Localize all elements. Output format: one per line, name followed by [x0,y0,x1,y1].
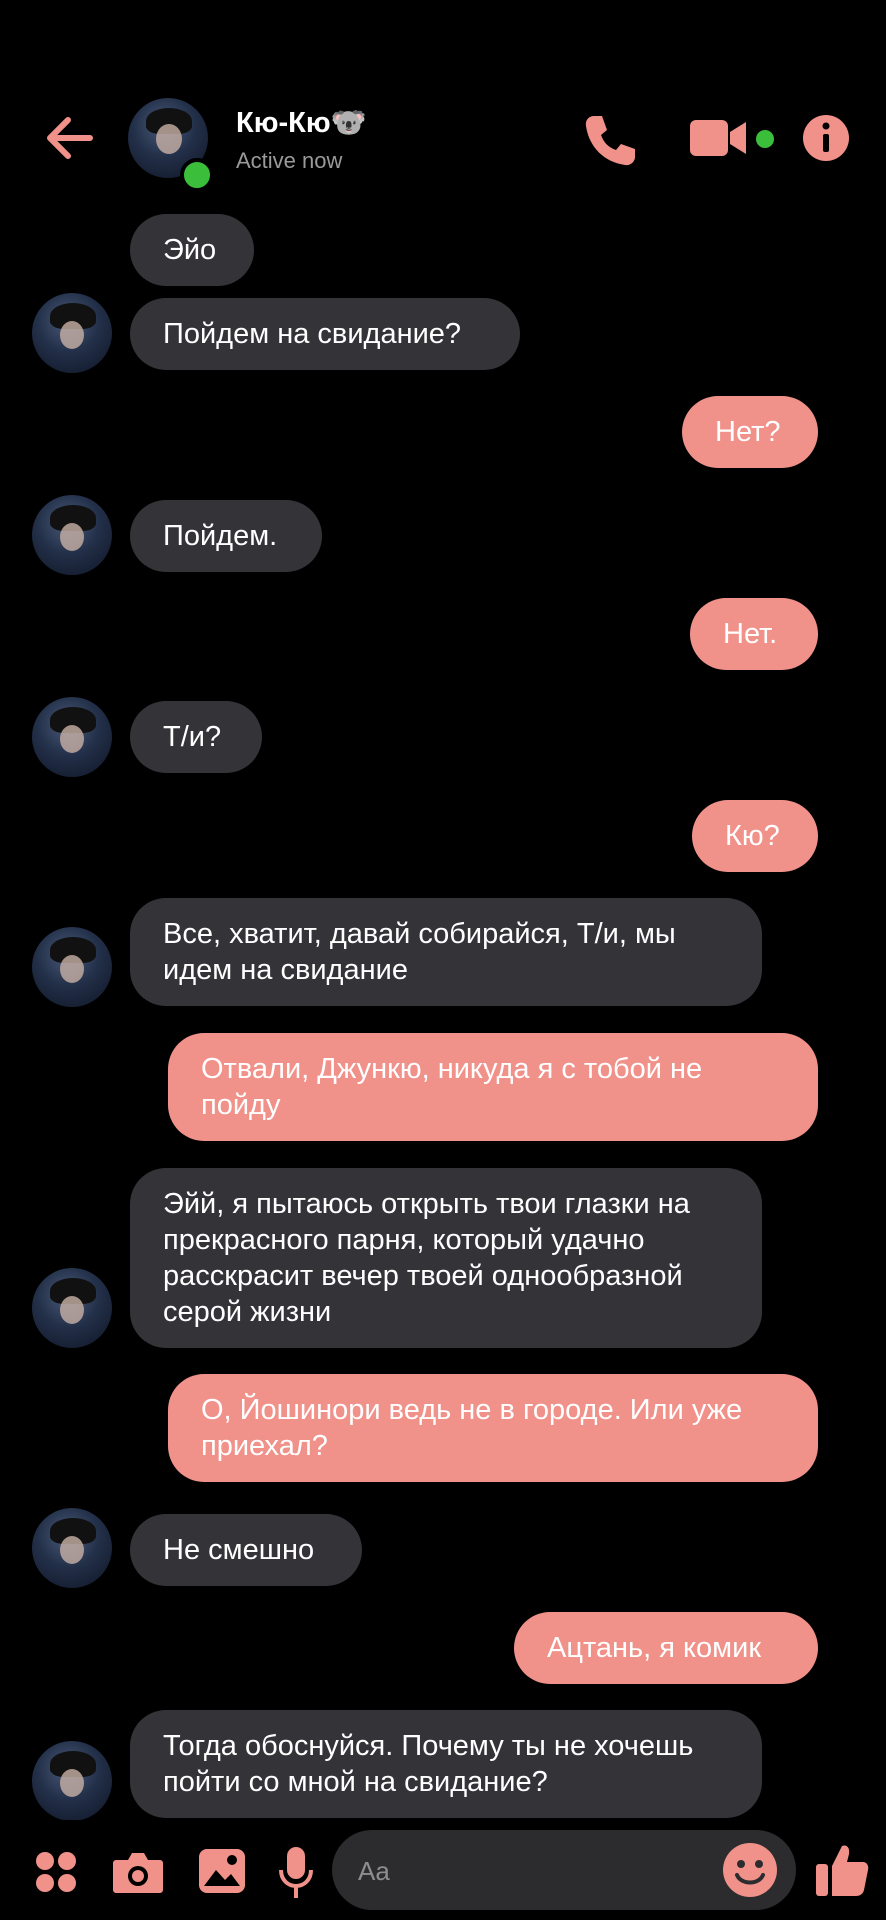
contact-name[interactable]: Кю-Кю🐨 [236,106,367,140]
video-camera-icon[interactable] [688,116,748,160]
message-incoming[interactable]: Тогда обоснуйся. Почему ты не хочешь пой… [130,1710,762,1818]
message-composer[interactable] [332,1830,796,1910]
message-incoming[interactable]: Пойдем. [130,500,322,572]
active-status: Active now [236,148,343,173]
info-icon[interactable] [802,114,850,162]
message-incoming[interactable]: Пойдем на свидание? [130,298,520,370]
microphone-icon[interactable] [278,1846,314,1900]
message-incoming[interactable]: Все, хватит, давай собирайся, Т/и, мы ид… [130,898,762,1006]
message-input[interactable] [356,1848,720,1894]
apps-icon[interactable] [34,1850,78,1894]
message-outgoing[interactable]: О, Йошинори ведь не в городе. Или уже пр… [168,1374,818,1482]
video-online-indicator [756,130,774,148]
phone-icon[interactable] [580,110,640,170]
thumbs-up-icon[interactable] [814,1840,870,1898]
message-outgoing[interactable]: Отвали, Джункю, никуда я с тобой не пойд… [168,1033,818,1141]
sender-avatar[interactable] [32,1268,112,1348]
message-incoming[interactable]: Эйо [130,214,254,286]
online-indicator [180,158,214,192]
back-arrow-icon[interactable] [40,108,100,168]
sender-avatar[interactable] [32,697,112,777]
sender-avatar[interactable] [32,927,112,1007]
sender-avatar[interactable] [32,1508,112,1588]
chat-header: Кю-Кю🐨 Active now [0,0,886,200]
message-incoming[interactable]: Эйй, я пытаюсь открыть твои глазки на пр… [130,1168,762,1348]
message-outgoing[interactable]: Ацтань, я комик [514,1612,818,1684]
message-outgoing[interactable]: Нет. [690,598,818,670]
gallery-icon[interactable] [198,1848,246,1894]
message-incoming[interactable]: Не смешно [130,1514,362,1586]
sender-avatar[interactable] [32,293,112,373]
camera-icon[interactable] [112,1848,164,1894]
message-outgoing[interactable]: Кю? [692,800,818,872]
emoji-icon[interactable] [722,1842,778,1898]
message-incoming[interactable]: Т/и? [130,701,262,773]
sender-avatar[interactable] [32,1741,112,1821]
message-outgoing[interactable]: Нет? [682,396,818,468]
sender-avatar[interactable] [32,495,112,575]
